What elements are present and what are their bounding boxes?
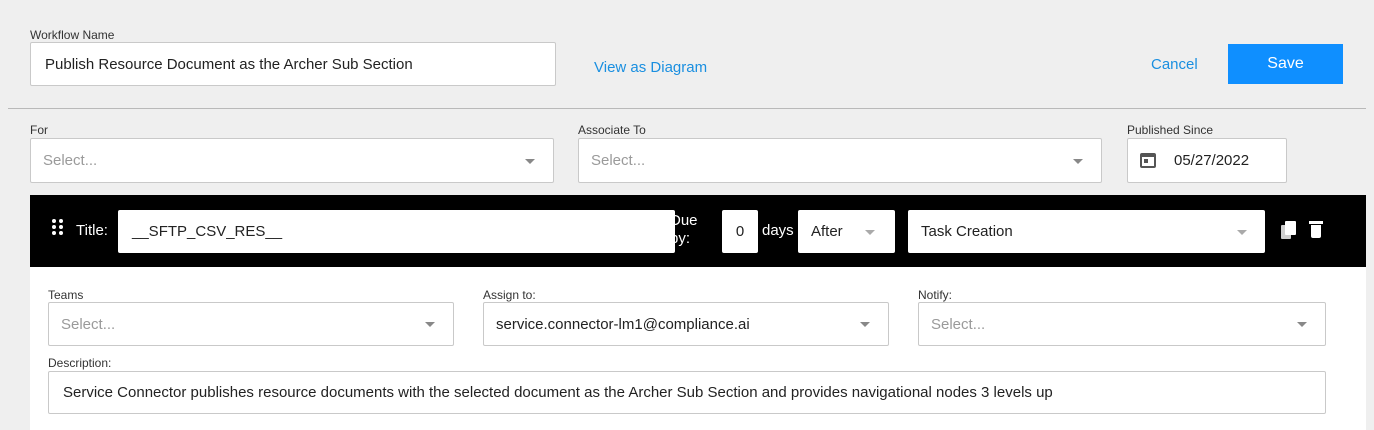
description-label: Description:	[48, 356, 112, 370]
workflow-name-value: Publish Resource Document as the Archer …	[45, 55, 413, 73]
for-label: For	[30, 123, 48, 137]
drag-handle-icon[interactable]	[52, 219, 64, 235]
published-since-value: 05/27/2022	[1174, 152, 1250, 169]
chevron-down-icon	[425, 322, 435, 327]
assign-to-value: service.connector-lm1@compliance.ai	[496, 315, 750, 333]
chevron-down-icon	[1073, 158, 1083, 164]
due-days-input[interactable]: 0	[722, 210, 758, 253]
teams-placeholder: Select...	[61, 315, 116, 333]
chevron-down-icon	[860, 322, 870, 327]
associate-to-select[interactable]: Select...	[578, 138, 1102, 183]
assign-to-label: Assign to:	[483, 288, 536, 302]
after-select-value: After	[811, 223, 843, 240]
chevron-down-icon	[865, 229, 875, 235]
calendar-icon[interactable]	[1140, 153, 1156, 168]
cancel-button[interactable]: Cancel	[1151, 56, 1198, 73]
for-select[interactable]: Select...	[30, 138, 554, 183]
save-button[interactable]: Save	[1228, 44, 1343, 84]
trash-icon[interactable]	[1309, 219, 1323, 239]
workflow-name-input[interactable]: Publish Resource Document as the Archer …	[30, 42, 556, 86]
after-select[interactable]: After	[798, 210, 895, 253]
published-since-label: Published Since	[1127, 123, 1214, 137]
notify-label: Notify:	[918, 288, 953, 302]
notify-select[interactable]: Select...	[918, 302, 1326, 346]
due-days-value: 0	[735, 223, 745, 240]
for-placeholder: Select...	[43, 152, 98, 169]
description-input[interactable]: Service Connector publishes resource doc…	[48, 371, 1326, 414]
teams-label: Teams	[48, 288, 84, 302]
associate-to-placeholder: Select...	[591, 152, 646, 169]
copy-icon[interactable]	[1281, 221, 1297, 239]
days-label: days	[762, 222, 794, 239]
teams-select[interactable]: Select...	[48, 302, 454, 346]
notify-placeholder: Select...	[931, 315, 986, 333]
task-title-value: __SFTP_CSV_RES__	[132, 223, 283, 240]
associate-to-label: Associate To	[578, 123, 646, 137]
published-since-date-input[interactable]: 05/27/2022	[1127, 138, 1287, 183]
assign-to-select[interactable]: service.connector-lm1@compliance.ai	[483, 302, 889, 346]
chevron-down-icon	[1237, 229, 1247, 235]
description-value: Service Connector publishes resource doc…	[63, 384, 1053, 401]
chevron-down-icon	[525, 158, 535, 164]
workflow-name-label: Workflow Name	[30, 28, 115, 42]
due-by-label: Due by:	[670, 212, 698, 247]
header-divider	[8, 108, 1366, 109]
task-title-label: Title:	[76, 222, 108, 239]
trigger-event-value: Task Creation	[921, 223, 1013, 240]
view-as-diagram-link[interactable]: View as Diagram	[594, 59, 707, 76]
trigger-event-select[interactable]: Task Creation	[908, 210, 1265, 253]
chevron-down-icon	[1297, 322, 1307, 327]
task-title-input[interactable]: __SFTP_CSV_RES__	[118, 210, 675, 253]
